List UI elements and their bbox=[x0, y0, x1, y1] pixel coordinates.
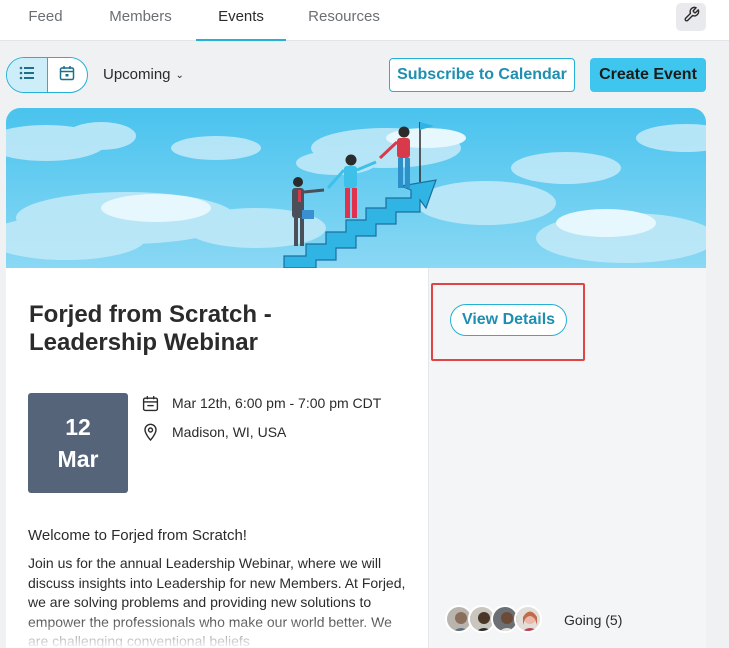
view-toggle bbox=[6, 57, 88, 93]
list-view-button[interactable] bbox=[7, 58, 47, 92]
view-details-button[interactable]: View Details bbox=[450, 304, 567, 336]
avatar bbox=[514, 605, 542, 633]
event-location: Madison, WI, USA bbox=[172, 424, 287, 440]
chevron-down-icon: ⌄ bbox=[175, 70, 184, 81]
create-event-button[interactable]: Create Event bbox=[590, 58, 706, 92]
event-date-day: 12 bbox=[65, 414, 91, 440]
list-icon bbox=[19, 66, 35, 85]
going-count[interactable]: Going (5) bbox=[564, 612, 622, 628]
event-banner-image bbox=[6, 108, 706, 269]
settings-button[interactable] bbox=[676, 3, 706, 31]
event-time-row: Mar 12th, 6:00 pm - 7:00 pm CDT bbox=[141, 394, 381, 412]
tab-resources[interactable]: Resources bbox=[300, 0, 388, 41]
tab-feed[interactable]: Feed bbox=[14, 0, 77, 41]
upcoming-filter-dropdown[interactable]: Upcoming ⌄ bbox=[103, 66, 184, 83]
tab-events[interactable]: Events bbox=[196, 0, 286, 41]
subscribe-calendar-button[interactable]: Subscribe to Calendar bbox=[389, 58, 575, 92]
event-title[interactable]: Forjed from Scratch - Leadership Webinar bbox=[29, 301, 369, 357]
upcoming-filter-label: Upcoming bbox=[103, 66, 171, 83]
calendar-icon bbox=[141, 394, 159, 412]
location-pin-icon bbox=[141, 423, 159, 441]
event-date-badge: 12 Mar bbox=[28, 393, 128, 493]
description-fade bbox=[6, 613, 428, 648]
event-time: Mar 12th, 6:00 pm - 7:00 pm CDT bbox=[172, 395, 382, 411]
top-navigation: Feed Members Events Resources bbox=[0, 0, 729, 41]
tab-members[interactable]: Members bbox=[98, 0, 183, 41]
calendar-icon bbox=[59, 65, 75, 86]
event-welcome: Welcome to Forjed from Scratch! bbox=[28, 527, 247, 544]
attendee-avatars[interactable] bbox=[445, 605, 542, 635]
wrench-icon bbox=[683, 6, 700, 28]
event-date-month: Mar bbox=[57, 446, 99, 472]
event-location-row: Madison, WI, USA bbox=[141, 423, 286, 441]
calendar-view-button[interactable] bbox=[46, 58, 88, 92]
